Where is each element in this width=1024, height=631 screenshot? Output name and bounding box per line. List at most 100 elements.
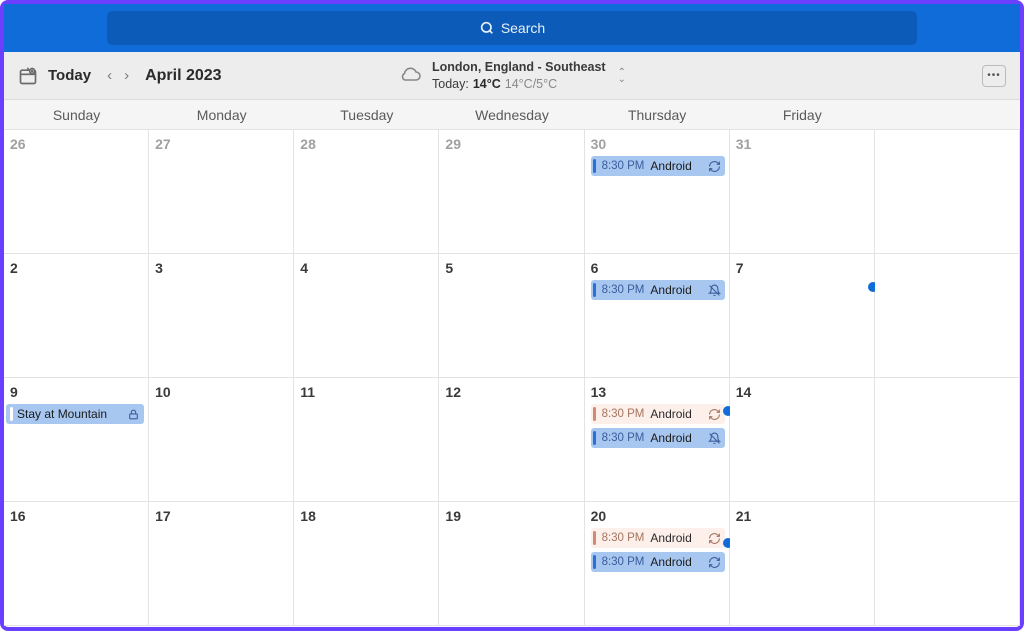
month-label: April 2023 xyxy=(145,67,221,85)
more-button[interactable]: ••• xyxy=(982,65,1006,87)
stepper-icon[interactable]: ⌃⌄ xyxy=(618,69,626,83)
event-title: Android xyxy=(650,407,701,421)
day-number: 3 xyxy=(155,260,289,276)
calendar-event[interactable]: 8:30 PM Android xyxy=(591,280,725,300)
day-cell[interactable]: 12 xyxy=(439,378,584,502)
calendar-event[interactable]: 8:30 PM Android xyxy=(591,552,725,572)
day-number: 21 xyxy=(736,508,870,524)
search-placeholder: Search xyxy=(501,20,545,36)
dow-label: Wednesday xyxy=(439,100,584,129)
bell-off-icon xyxy=(708,432,721,445)
day-cell[interactable] xyxy=(875,378,1020,502)
day-cell[interactable]: 68:30 PMAndroid xyxy=(585,254,730,378)
day-cell[interactable] xyxy=(875,254,1020,378)
day-number: 27 xyxy=(155,136,289,152)
day-cell[interactable]: 208:30 PMAndroid8:30 PMAndroid xyxy=(585,502,730,626)
day-cell[interactable]: 5 xyxy=(439,254,584,378)
day-number: 28 xyxy=(300,136,434,152)
dow-label: Monday xyxy=(149,100,294,129)
allday-event[interactable]: Stay at Mountain xyxy=(6,404,144,424)
day-cell[interactable]: 28 xyxy=(294,130,439,254)
day-cell[interactable]: 9 Stay at Mountain xyxy=(4,378,149,502)
day-number: 17 xyxy=(155,508,289,524)
calendar-event[interactable]: 8:30 PM Android xyxy=(591,404,725,424)
weather-range: 14°C/5°C xyxy=(505,76,557,93)
day-cell[interactable]: 14 xyxy=(730,378,875,502)
day-cell[interactable]: 3 xyxy=(149,254,294,378)
event-time: 8:30 PM xyxy=(602,556,645,568)
repeat-icon xyxy=(708,408,721,421)
day-number: 9 xyxy=(10,384,144,400)
dow-label: Thursday xyxy=(585,100,730,129)
repeat-icon xyxy=(708,556,721,569)
day-cell[interactable]: 2 xyxy=(4,254,149,378)
day-cell[interactable]: 27 xyxy=(149,130,294,254)
search-icon xyxy=(479,20,495,36)
day-cell[interactable]: 21 xyxy=(730,502,875,626)
lock-icon xyxy=(127,408,140,421)
day-number: 16 xyxy=(10,508,144,524)
repeat-icon xyxy=(708,160,721,173)
day-number: 10 xyxy=(155,384,289,400)
calendar-event[interactable]: 8:30 PMAndroid xyxy=(591,156,725,176)
day-cell[interactable]: 7 xyxy=(730,254,875,378)
event-title: Android xyxy=(650,283,701,297)
dow-label xyxy=(875,100,1020,129)
weather-temp: 14°C xyxy=(473,76,501,93)
search-input[interactable]: Search xyxy=(107,11,917,45)
calendar-icon[interactable] xyxy=(18,66,38,86)
day-number: 4 xyxy=(300,260,434,276)
event-time: 8:30 PM xyxy=(602,408,645,420)
event-title: Android xyxy=(650,431,701,445)
day-number: 2 xyxy=(10,260,144,276)
day-cell[interactable]: 10 xyxy=(149,378,294,502)
today-button[interactable]: Today xyxy=(48,67,91,84)
day-cell[interactable] xyxy=(875,502,1020,626)
day-cell[interactable]: 26 xyxy=(4,130,149,254)
day-cell[interactable]: 30 8:30 PMAndroid xyxy=(585,130,730,254)
weather-widget[interactable]: London, England - Southeast Today: 14°C … xyxy=(398,59,626,93)
day-cell[interactable]: 4 xyxy=(294,254,439,378)
day-number: 26 xyxy=(10,136,144,152)
calendar-event[interactable]: 8:30 PMAndroid xyxy=(591,528,725,548)
day-number: 18 xyxy=(300,508,434,524)
weather-today-label: Today: xyxy=(432,76,469,93)
toolbar: Today ‹ › April 2023 London, England - S… xyxy=(4,52,1020,100)
day-number: 13 xyxy=(591,384,725,400)
day-number: 30 xyxy=(591,136,725,152)
title-bar: Search xyxy=(4,4,1020,52)
dow-label: Tuesday xyxy=(294,100,439,129)
day-number: 29 xyxy=(445,136,579,152)
event-time: 8:30 PM xyxy=(602,284,645,296)
day-cell[interactable]: 18 xyxy=(294,502,439,626)
day-number: 5 xyxy=(445,260,579,276)
day-cell[interactable]: 17 xyxy=(149,502,294,626)
event-title: Android xyxy=(650,159,701,173)
event-title: Stay at Mountain xyxy=(17,407,123,421)
day-cell[interactable]: 29 xyxy=(439,130,584,254)
dow-label: Sunday xyxy=(4,100,149,129)
day-number: 14 xyxy=(736,384,870,400)
calendar-event[interactable]: 8:30 PM Android xyxy=(591,428,725,448)
day-number: 11 xyxy=(300,384,434,400)
month-nav: ‹ › xyxy=(107,68,129,83)
prev-month-button[interactable]: ‹ xyxy=(107,68,112,83)
day-number: 12 xyxy=(445,384,579,400)
day-cell[interactable]: 16 xyxy=(4,502,149,626)
dow-label: Friday xyxy=(730,100,875,129)
next-month-button[interactable]: › xyxy=(124,68,129,83)
day-cell[interactable]: 11 xyxy=(294,378,439,502)
repeat-icon xyxy=(708,532,721,545)
day-number: 20 xyxy=(591,508,725,524)
calendar-scroll[interactable]: 26272829308:30 PMAndroid31234568:30 PMAn… xyxy=(4,130,1020,627)
event-time: 8:30 PM xyxy=(602,432,645,444)
day-cell[interactable] xyxy=(875,130,1020,254)
weather-location: London, England - Southeast xyxy=(432,59,606,76)
day-number: 19 xyxy=(445,508,579,524)
day-cell[interactable]: 31 xyxy=(730,130,875,254)
day-cell[interactable]: 13 8:30 PM Android 8:30 PM Android xyxy=(585,378,730,502)
event-title: Android xyxy=(650,555,701,569)
day-of-week-header: SundayMondayTuesdayWednesdayThursdayFrid… xyxy=(4,100,1020,130)
day-cell[interactable]: 19 xyxy=(439,502,584,626)
event-time: 8:30 PM xyxy=(602,532,645,544)
